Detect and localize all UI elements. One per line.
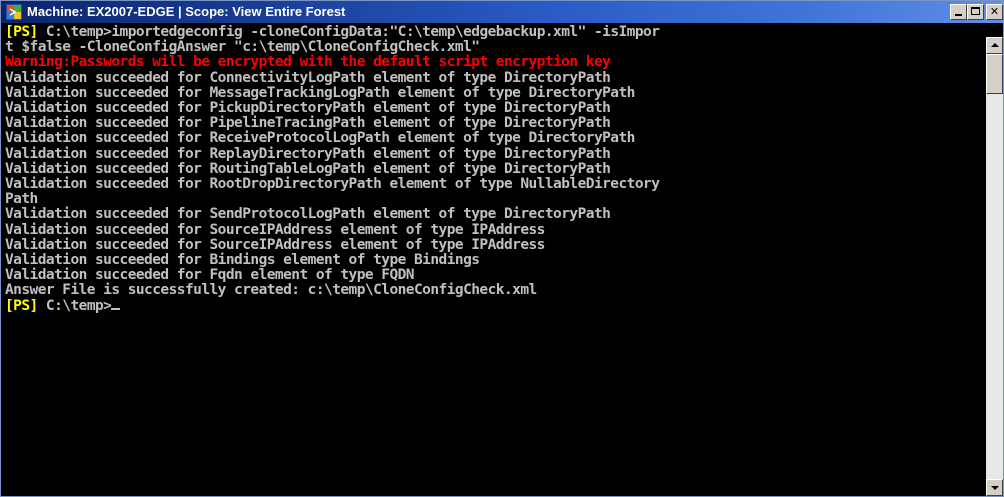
output-line: Validation succeeded for SourceIPAddress…	[5, 236, 545, 253]
output-line: Validation succeeded for Bindings elemen…	[5, 252, 480, 269]
output-line: Validation succeeded for Fqdn element of…	[5, 267, 415, 284]
minimize-icon	[955, 14, 962, 16]
console-output[interactable]: [PS] C:\temp>importedgeconfig -cloneConf…	[5, 25, 982, 493]
window-title: Machine: EX2007-EDGE | Scope: View Entir…	[27, 4, 346, 19]
console-window: Machine: EX2007-EDGE | Scope: View Entir…	[0, 0, 1004, 497]
output-line: Validation succeeded for PickupDirectory…	[5, 100, 611, 117]
output-line: Path	[5, 191, 38, 208]
scroll-down-button[interactable]	[986, 479, 1003, 496]
output-line: Validation succeeded for MessageTracking…	[5, 84, 635, 101]
scroll-up-button[interactable]	[986, 37, 1003, 54]
output-line: Validation succeeded for SourceIPAddress…	[5, 221, 545, 238]
output-line: Validation succeeded for PipelineTracing…	[5, 115, 611, 132]
close-icon: ✕	[989, 5, 1000, 18]
prompt-path: C:\temp>	[37, 297, 112, 314]
text-cursor	[111, 307, 121, 310]
output-line: Validation succeeded for ConnectivityLog…	[5, 69, 611, 86]
output-line: Validation succeeded for ReplayDirectory…	[5, 145, 611, 162]
maximize-icon	[971, 7, 980, 15]
vertical-scrollbar[interactable]	[986, 37, 1003, 496]
output-line: Answer File is successfully created: c:\…	[5, 282, 537, 299]
title-bar[interactable]: Machine: EX2007-EDGE | Scope: View Entir…	[1, 1, 1003, 23]
ps-prompt: [PS]	[5, 25, 38, 40]
arrow-down-icon	[991, 486, 999, 490]
output-line: Validation succeeded for RootDropDirecto…	[5, 176, 660, 193]
powershell-icon	[6, 4, 22, 20]
scroll-thumb[interactable]	[986, 54, 1003, 94]
maximize-button[interactable]	[967, 4, 984, 20]
output-line: Validation succeeded for RoutingTableLog…	[5, 160, 611, 177]
ps-prompt: [PS]	[5, 297, 38, 314]
current-prompt-line[interactable]: [PS] C:\temp>	[5, 297, 982, 314]
minimize-button[interactable]	[950, 4, 967, 20]
command-continuation: t $false -CloneConfigAnswer "c:\temp\Clo…	[5, 39, 480, 56]
output-line: Validation succeeded for SendProtocolLog…	[5, 206, 611, 223]
warning-line: Warning:Passwords will be encrypted with…	[5, 54, 611, 71]
output-line: Validation succeeded for ReceiveProtocol…	[5, 130, 635, 147]
arrow-up-icon	[991, 43, 999, 47]
command-line: [PS] C:\temp>importedgeconfig -cloneConf…	[5, 25, 982, 40]
close-button[interactable]: ✕	[986, 4, 1003, 20]
command-text: C:\temp>importedgeconfig -cloneConfigDat…	[37, 25, 660, 40]
